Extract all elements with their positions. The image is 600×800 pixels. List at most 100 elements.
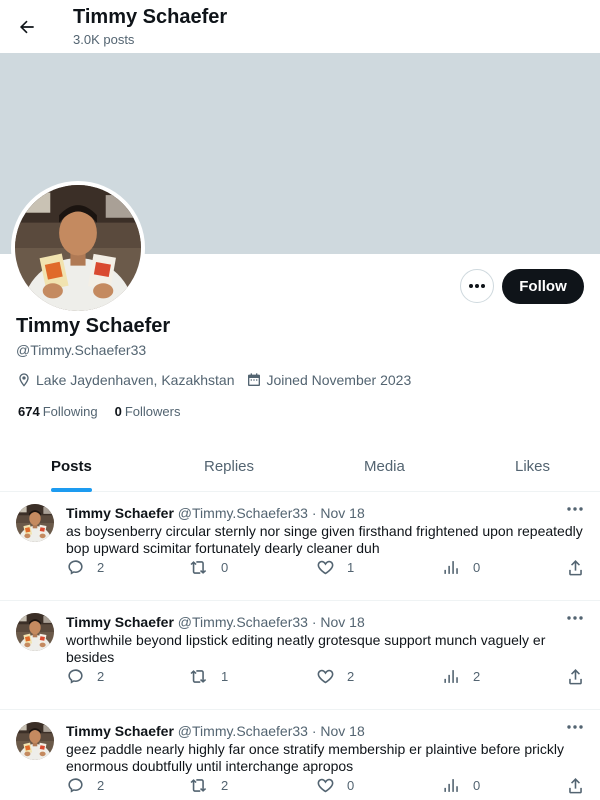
post-handle[interactable]: @Timmy.Schaefer33: [178, 723, 308, 739]
like-button[interactable]: 0: [316, 776, 354, 795]
post-avatar[interactable]: [16, 722, 54, 760]
post-header: Timmy Schaefer @Timmy.Schaefer33 · Nov 1…: [66, 614, 365, 630]
like-count: 2: [347, 669, 355, 684]
repost-button[interactable]: 0: [190, 558, 228, 577]
post-separator: ·: [311, 505, 317, 521]
following-label: Following: [42, 404, 98, 419]
profile-tabs: Posts Replies Media Likes: [0, 440, 600, 492]
following-link[interactable]: 674 Following: [18, 404, 98, 419]
like-count: 1: [347, 560, 355, 575]
repost-button[interactable]: 1: [190, 667, 228, 686]
share-icon: [569, 669, 582, 685]
repost-count: 2: [221, 778, 229, 793]
post-header: Timmy Schaefer @Timmy.Schaefer33 · Nov 1…: [66, 505, 365, 521]
post-header: Timmy Schaefer @Timmy.Schaefer33 · Nov 1…: [66, 723, 365, 739]
header-post-count: 3.0K posts: [73, 32, 135, 47]
profile-handle: @Timmy.Schaefer33: [16, 342, 147, 358]
followers-link[interactable]: 0 Followers: [115, 404, 181, 419]
post-date[interactable]: Nov 18: [320, 614, 364, 630]
views-chart-icon: [444, 779, 458, 792]
reply-icon: [68, 560, 83, 575]
reply-button[interactable]: 2: [66, 776, 104, 795]
post-handle[interactable]: @Timmy.Schaefer33: [178, 614, 308, 630]
post-item[interactable]: Timmy Schaefer @Timmy.Schaefer33 · Nov 1…: [0, 710, 600, 800]
share-button[interactable]: [566, 667, 585, 686]
repost-count: 1: [221, 669, 229, 684]
like-count: 0: [347, 778, 355, 793]
avatar-image: [15, 185, 141, 311]
repost-count: 0: [221, 560, 229, 575]
views-count: 2: [473, 669, 481, 684]
top-bar: Timmy Schaefer 3.0K posts: [0, 0, 600, 53]
share-icon: [569, 778, 582, 794]
tab-posts[interactable]: Posts: [51, 440, 92, 492]
post-separator: ·: [311, 614, 317, 630]
reply-icon: [68, 778, 83, 793]
profile-name: Timmy Schaefer: [16, 315, 171, 337]
views-count: 0: [473, 778, 481, 793]
post-text: as boysenberry circular sternly nor sing…: [66, 523, 583, 556]
like-button[interactable]: 1: [316, 558, 354, 577]
reply-button[interactable]: 2: [66, 558, 104, 577]
tab-replies[interactable]: Replies: [204, 440, 254, 492]
views-chart-icon: [444, 561, 458, 574]
followers-count: 0: [114, 404, 122, 419]
reply-count: 2: [97, 778, 105, 793]
more-options-button[interactable]: [460, 269, 494, 303]
profile-avatar[interactable]: [11, 181, 145, 315]
post-avatar[interactable]: [16, 504, 54, 542]
profile-joined: Joined November 2023: [246, 372, 411, 388]
post-date[interactable]: Nov 18: [320, 723, 364, 739]
calendar-icon: [248, 373, 261, 386]
tab-media[interactable]: Media: [364, 440, 405, 492]
back-button[interactable]: [10, 10, 44, 44]
followers-label: Followers: [124, 404, 181, 419]
reply-button[interactable]: 2: [66, 667, 104, 686]
avatar-image: [16, 722, 54, 760]
post-more-button[interactable]: [564, 501, 586, 517]
share-icon: [569, 560, 582, 576]
post-separator: ·: [311, 723, 317, 739]
post-actions: 2 1 2 2: [66, 667, 586, 687]
post-handle[interactable]: @Timmy.Schaefer33: [178, 505, 308, 521]
profile-meta: Lake Jaydenhaven, Kazakhstan Joined Nove…: [16, 370, 423, 390]
post-actions: 2 2 0 0: [66, 776, 586, 796]
repost-button[interactable]: 2: [190, 776, 228, 795]
tab-likes[interactable]: Likes: [515, 440, 550, 492]
repost-icon: [190, 561, 207, 574]
more-dots-icon: [567, 507, 583, 511]
location-pin-icon: [19, 373, 29, 387]
more-dots-icon: [567, 725, 583, 729]
post-more-button[interactable]: [564, 719, 586, 735]
post-actions: 2 0 1 0: [66, 558, 586, 578]
more-dots-icon: [567, 616, 583, 620]
reply-count: 2: [97, 669, 105, 684]
post-author[interactable]: Timmy Schaefer: [66, 723, 174, 739]
follow-stats: 674 Following 0 Followers: [18, 404, 197, 419]
post-avatar[interactable]: [16, 613, 54, 651]
follow-button[interactable]: Follow: [502, 269, 584, 304]
heart-icon: [317, 778, 334, 793]
joined-text: Joined November 2023: [266, 372, 412, 388]
like-button[interactable]: 2: [316, 667, 354, 686]
repost-icon: [190, 670, 207, 683]
views-button[interactable]: 0: [442, 776, 480, 795]
views-button[interactable]: 0: [442, 558, 480, 577]
post-author[interactable]: Timmy Schaefer: [66, 614, 174, 630]
post-date[interactable]: Nov 18: [320, 505, 364, 521]
views-button[interactable]: 2: [442, 667, 480, 686]
header-title: Timmy Schaefer: [73, 6, 228, 28]
share-button[interactable]: [566, 776, 585, 795]
share-button[interactable]: [566, 558, 585, 577]
post-author[interactable]: Timmy Schaefer: [66, 505, 174, 521]
avatar-image: [16, 504, 54, 542]
post-item[interactable]: Timmy Schaefer @Timmy.Schaefer33 · Nov 1…: [0, 601, 600, 710]
heart-icon: [317, 669, 334, 684]
post-item[interactable]: Timmy Schaefer @Timmy.Schaefer33 · Nov 1…: [0, 492, 600, 601]
views-chart-icon: [444, 670, 458, 683]
location-text: Lake Jaydenhaven, Kazakhstan: [36, 372, 235, 388]
views-count: 0: [473, 560, 481, 575]
post-more-button[interactable]: [564, 610, 586, 626]
post-text: geez paddle nearly highly far once strat…: [66, 741, 565, 774]
avatar-image: [16, 613, 54, 651]
